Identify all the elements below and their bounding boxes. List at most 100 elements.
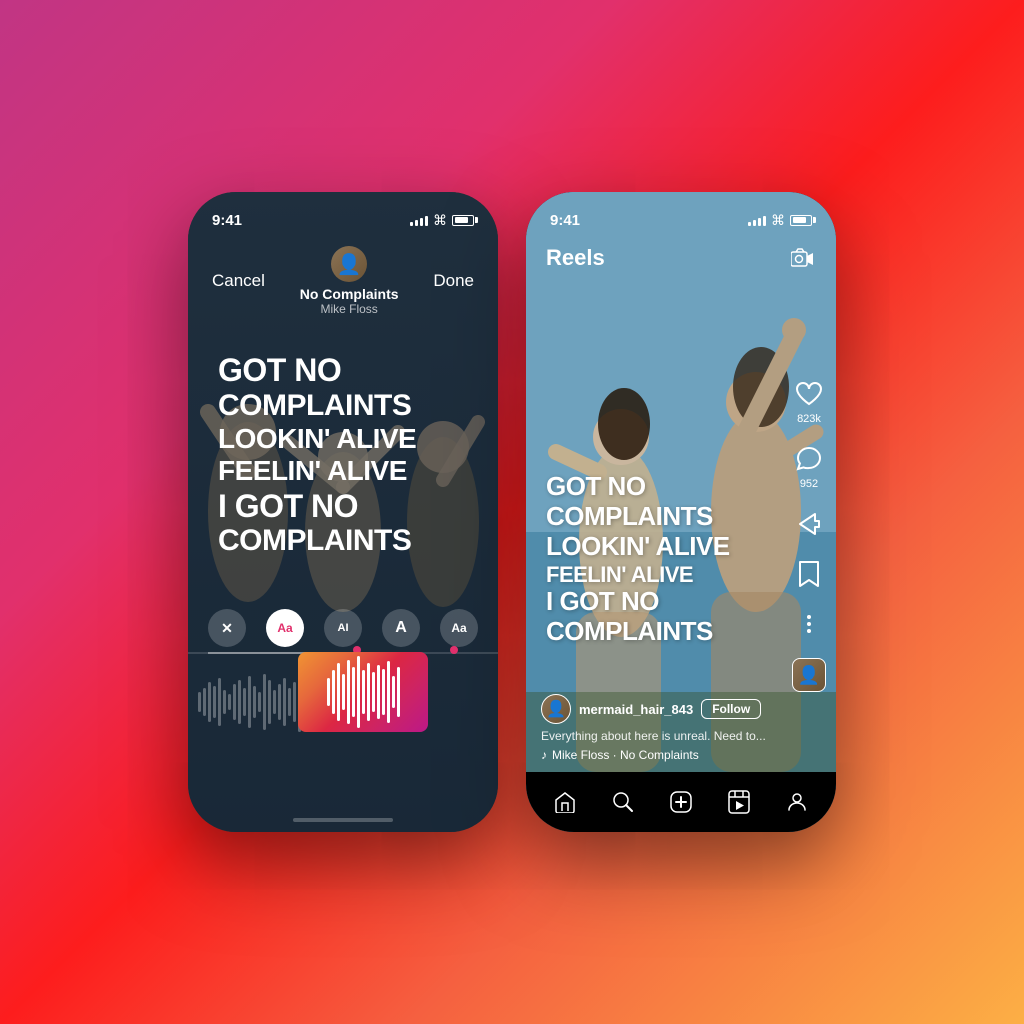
wbar (213, 686, 216, 718)
waveform-area[interactable] (188, 642, 498, 752)
dot3 (807, 629, 811, 633)
cancel-button[interactable]: Cancel (212, 271, 265, 291)
reels-title: Reels (546, 245, 605, 271)
bar2 (753, 220, 756, 226)
lyric-1: GOT NO (218, 352, 478, 389)
bar1 (410, 222, 413, 226)
wbar (203, 688, 206, 716)
wbari (392, 676, 395, 708)
bottom-nav (526, 772, 836, 832)
wbari (357, 656, 360, 728)
camera-icon[interactable] (788, 244, 816, 272)
status-icons-editor: ⌘ (410, 212, 474, 229)
wbar (233, 684, 236, 720)
wbar (248, 676, 251, 728)
wbari (352, 667, 355, 717)
more-icon (793, 608, 825, 640)
time-editor: 9:41 (212, 212, 242, 229)
phone-reels: 9:41 ⌘ Reels (526, 192, 836, 832)
comment-count: 952 (800, 478, 818, 490)
nav-search[interactable] (603, 782, 643, 822)
wbar (283, 678, 286, 726)
lyric-4: FEELIN' ALIVE (218, 455, 478, 487)
wbar (268, 680, 271, 724)
share-icon (793, 508, 825, 540)
wbar (208, 682, 211, 722)
song-artist: Mike Floss (320, 302, 377, 316)
reels-lyric-4: FEELIN' ALIVE (546, 562, 746, 587)
wbari (377, 665, 380, 719)
status-bar-reels: 9:41 ⌘ (526, 192, 836, 236)
lyric-2: COMPLAINTS (218, 389, 478, 424)
wbar (288, 688, 291, 716)
waveform-right-handle[interactable] (450, 646, 458, 654)
username[interactable]: mermaid_hair_843 (579, 702, 693, 717)
wbari (367, 663, 370, 721)
like-button[interactable]: 823k (793, 378, 825, 425)
reels-user-info: 👤 mermaid_hair_843 Follow Everything abo… (541, 694, 781, 762)
user-avatar: 👤 (541, 694, 571, 724)
caption: Everything about here is unreal. Need to… (541, 729, 781, 743)
bar4 (425, 216, 428, 226)
wbar (263, 674, 266, 730)
wifi-editor: ⌘ (433, 212, 447, 229)
song-info: 👤 No Complaints Mike Floss (300, 246, 399, 316)
heart-icon (793, 378, 825, 410)
bar4 (763, 216, 766, 226)
reels-actions: 823k 952 (792, 378, 826, 692)
bookmark-button[interactable] (793, 558, 825, 590)
more-button[interactable] (793, 608, 825, 640)
time-reels: 9:41 (550, 212, 580, 229)
wbari (347, 660, 350, 725)
editor-lyrics: GOT NO COMPLAINTS LOOKIN' ALIVE FEELIN' … (218, 352, 478, 559)
wbari (332, 670, 335, 713)
nav-create[interactable] (661, 782, 701, 822)
battery-editor (452, 215, 474, 226)
follow-button[interactable]: Follow (701, 699, 761, 719)
wbar (238, 680, 241, 724)
music-text: Mike Floss · No Complaints (552, 748, 699, 762)
bookmark-icon (793, 558, 825, 590)
reels-lyric-3: LOOKIN' ALIVE (546, 532, 746, 562)
reels-header: Reels (526, 236, 836, 280)
reels-lyric-5: I GOT NO (546, 587, 746, 617)
wbar (223, 690, 226, 714)
reels-lyric-2: COMPLAINTS (546, 502, 746, 532)
wbar (273, 690, 276, 714)
nav-reels[interactable] (719, 782, 759, 822)
wbar (278, 684, 281, 720)
bar2 (415, 220, 418, 226)
share-button[interactable] (793, 508, 825, 540)
poster-avatar-img: 👤 (792, 658, 826, 692)
signal-editor (410, 214, 428, 226)
wbar (228, 694, 231, 710)
bar3 (420, 218, 423, 226)
wbari (337, 663, 340, 721)
wbar (218, 678, 221, 726)
wbari (397, 667, 400, 717)
dot2 (807, 622, 811, 626)
wbari (372, 672, 375, 712)
comment-icon (793, 443, 825, 475)
nav-home[interactable] (545, 782, 585, 822)
reels-lyric-6: COMPLAINTS (546, 617, 746, 647)
waveform-bars (188, 662, 498, 742)
music-row: ♪ Mike Floss · No Complaints (541, 748, 781, 762)
wbar (293, 682, 296, 722)
waveform-selected[interactable] (298, 652, 428, 732)
comment-button[interactable]: 952 (793, 443, 825, 490)
done-button[interactable]: Done (433, 271, 474, 291)
dot1 (807, 615, 811, 619)
nav-profile[interactable] (777, 782, 817, 822)
status-icons-reels: ⌘ (748, 212, 812, 229)
battery-fill-reels (793, 217, 807, 223)
signal-reels (748, 214, 766, 226)
wbar (198, 692, 201, 712)
battery-fill (455, 217, 469, 223)
poster-avatar[interactable]: 👤 (792, 658, 826, 692)
reels-lyrics: GOT NO COMPLAINTS LOOKIN' ALIVE FEELIN' … (546, 472, 746, 647)
bar1 (748, 222, 751, 226)
editor-topbar: Cancel 👤 No Complaints Mike Floss Done (188, 236, 498, 326)
wbari (362, 670, 365, 713)
lyric-6: COMPLAINTS (218, 524, 478, 559)
